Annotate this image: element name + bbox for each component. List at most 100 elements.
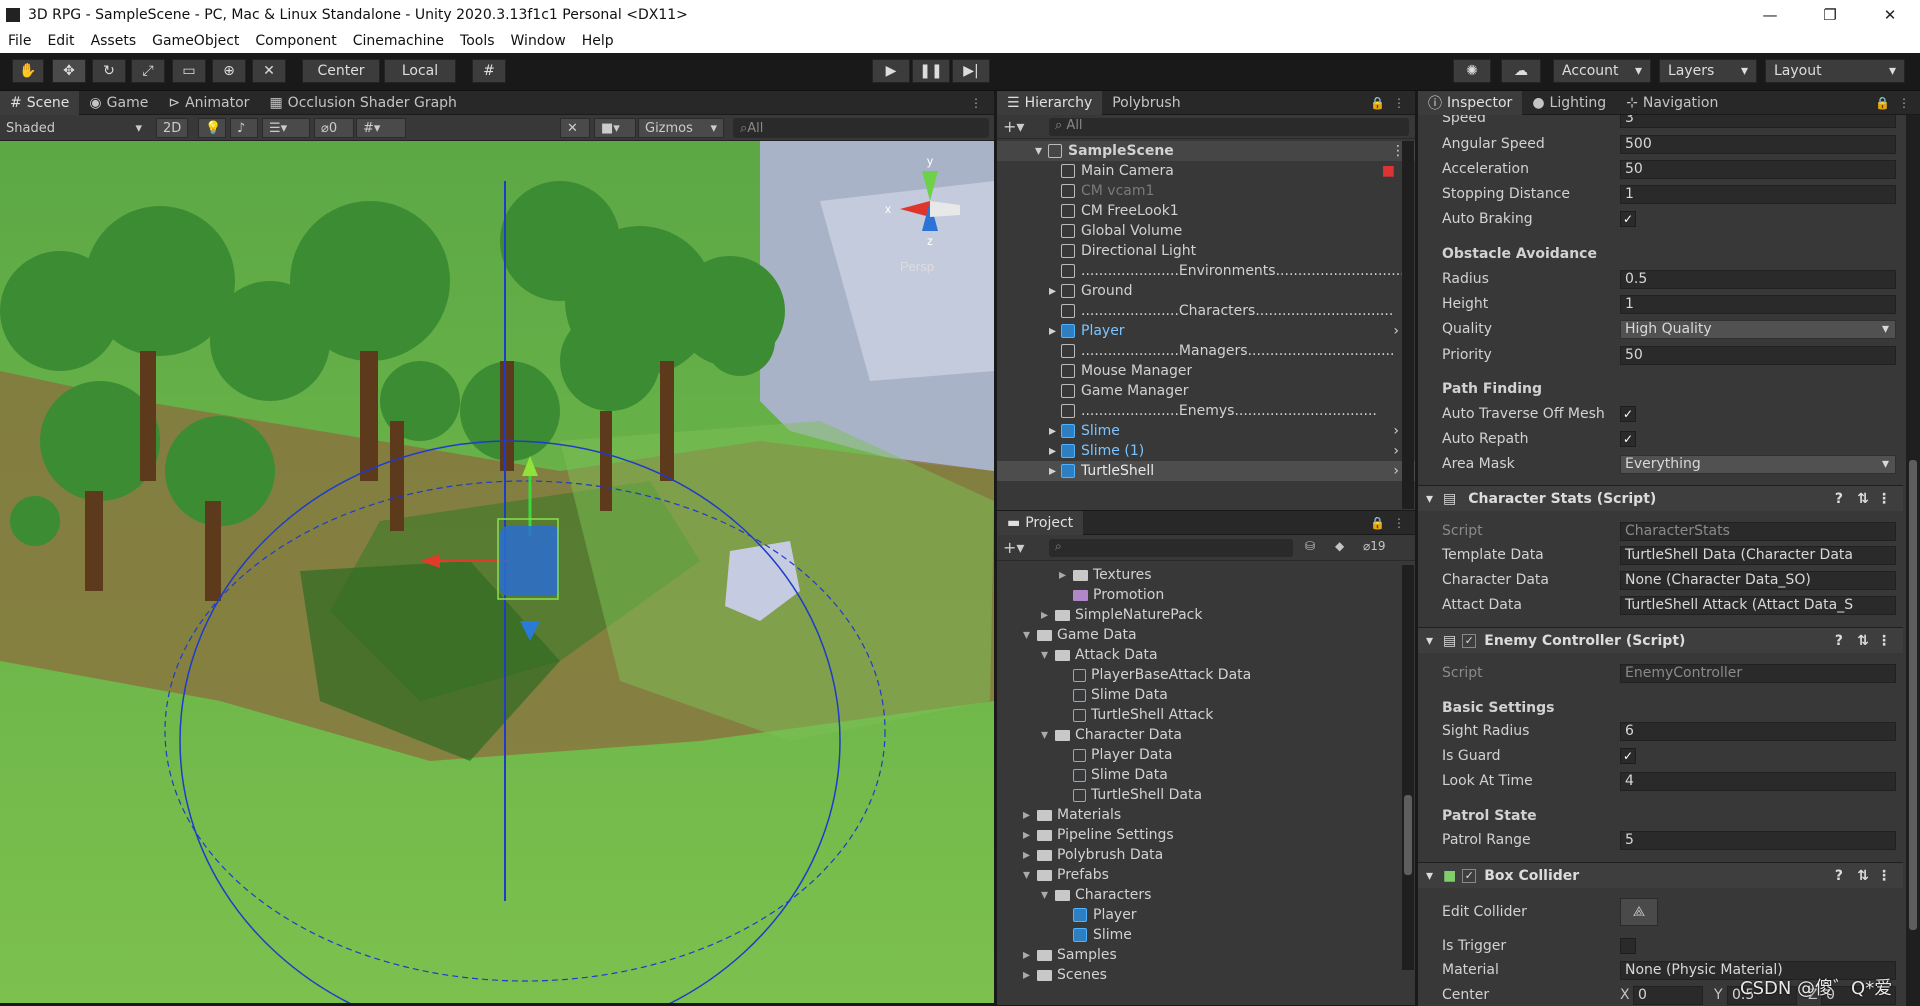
hierarchy-item[interactable]: Game Manager [997,381,1415,401]
project-item[interactable]: ▸ Samples [1023,945,1117,965]
expand-arrow-icon[interactable]: ▸ [1049,423,1061,439]
cloud-icon[interactable]: ☁ [1501,59,1541,83]
inspector-scroll-thumb[interactable] [1909,460,1917,930]
more-menu-icon[interactable]: ⋮ [970,96,982,110]
hierarchy-item[interactable]: Directional Light [997,241,1415,261]
hierarchy-item[interactable]: ▸ Ground [997,281,1415,301]
preset-icon[interactable]: ⇅ [1857,491,1869,507]
help-icon[interactable]: ? [1835,868,1843,884]
hierarchy-item[interactable]: CM vcam1 [997,181,1415,201]
component-enabled-checkbox[interactable]: ✓ [1462,868,1477,883]
is-trigger-checkbox[interactable] [1620,938,1636,954]
maximize-button[interactable]: ❐ [1800,0,1860,29]
project-item[interactable]: Player Data [1059,745,1172,765]
stopping-distance-field[interactable]: 1 [1620,184,1896,204]
filter-label-icon[interactable]: ◆ [1335,539,1344,553]
pivot-local-toggle[interactable]: Local [384,59,456,83]
tab-hierarchy[interactable]: ☰ Hierarchy [997,90,1103,115]
expand-arrow-icon[interactable]: ▸ [1023,967,1037,983]
help-icon[interactable]: ? [1835,491,1843,507]
menu-cinemachine[interactable]: Cinemachine [345,33,452,49]
project-item[interactable]: TurtleShell Attack [1059,705,1213,725]
hierarchy-item[interactable]: ▸ Player › [997,321,1415,341]
shading-mode-dropdown[interactable]: Shaded ▾ [0,118,148,138]
step-button[interactable]: ▶| [952,59,990,83]
character-stats-header[interactable]: ▾ ▤ Character Stats (Script) ? ⇅ ⋮ [1418,485,1903,511]
rect-tool-button[interactable]: ▭ [172,59,206,83]
hierarchy-item[interactable]: ......................Enemys............… [997,401,1415,421]
effects-dropdown-icon[interactable]: ☰▾ [262,118,310,138]
grid-snap-button[interactable]: # [472,59,506,83]
box-collider-header[interactable]: ▾ ■ ✓ Box Collider ? ⇅ ⋮ [1418,862,1903,888]
tab-game[interactable]: ◉ Game [79,91,158,115]
quality-dropdown[interactable]: High Quality ▾ [1620,319,1896,339]
inspector-scrollbar[interactable] [1906,115,1920,1006]
scene-search-input[interactable]: ⌕ All [733,118,989,138]
tab-scene[interactable]: # Scene [0,90,80,115]
hierarchy-item[interactable]: ......................Characters........… [997,301,1415,321]
center-x-field[interactable]: 0 [1633,985,1703,1005]
persp-label[interactable]: Persp [900,259,934,274]
layout-dropdown[interactable]: Layout ▾ [1765,59,1905,83]
project-item[interactable]: ▸ SimpleNaturePack [1041,605,1202,625]
project-item[interactable]: Player [1059,905,1137,925]
hierarchy-item[interactable]: ▸ TurtleShell › [997,461,1415,481]
hierarchy-search-input[interactable]: ⌕ All [1049,118,1409,136]
project-item[interactable]: PlayerBaseAttack Data [1059,665,1251,685]
lock-icon[interactable]: 🔒 [1370,96,1385,110]
account-dropdown[interactable]: Account ▾ [1553,59,1651,83]
hierarchy-item[interactable]: ▸ Slime (1) › [997,441,1415,461]
hierarchy-item[interactable]: Global Volume [997,221,1415,241]
layers-dropdown[interactable]: Layers ▾ [1659,59,1757,83]
audio-toggle-icon[interactable]: ♪ [230,118,258,138]
tab-navigation[interactable]: ⊹ Navigation [1616,91,1728,115]
character-data-field[interactable]: None (Character Data_SO) [1620,570,1896,590]
tab-lighting[interactable]: ● Lighting [1522,91,1616,115]
project-item[interactable]: ▸ Polybrush Data [1023,845,1163,865]
expand-arrow-icon[interactable]: ▸ [1049,323,1061,339]
edit-collider-button[interactable]: ⟁ [1620,898,1658,926]
height-field[interactable]: 1 [1620,294,1896,314]
project-item[interactable]: ▾ Attack Data [1041,645,1158,665]
project-item[interactable]: ▸ Scenes [1023,965,1107,985]
is-guard-checkbox[interactable]: ✓ [1620,748,1636,764]
hierarchy-item[interactable]: ......................Environments......… [997,261,1415,281]
angular-speed-field[interactable]: 500 [1620,134,1896,154]
project-item[interactable]: ▸ Materials [1023,805,1121,825]
priority-field[interactable]: 50 [1620,345,1896,365]
menu-help[interactable]: Help [574,33,622,49]
gizmos-dropdown[interactable]: Gizmos ▾ [638,118,724,138]
scene-root-row[interactable]: ▾ SampleScene ⋮ [997,141,1415,161]
menu-component[interactable]: Component [247,33,344,49]
menu-gameobject[interactable]: GameObject [144,33,247,49]
sight-radius-field[interactable]: 6 [1620,721,1896,741]
attack-data-field[interactable]: TurtleShell Attack (Attact Data_S [1620,595,1896,615]
foldout-arrow-icon[interactable]: ▾ [1426,868,1433,884]
area-mask-dropdown[interactable]: Everything ▾ [1620,454,1896,474]
minimize-button[interactable]: — [1740,0,1800,29]
expand-arrow-icon[interactable]: ▸ [1059,567,1073,583]
expand-arrow-icon[interactable]: ▾ [1041,727,1055,743]
tab-polybrush[interactable]: Polybrush [1102,91,1190,115]
project-search-input[interactable]: ⌕ [1049,539,1293,557]
scale-tool-button[interactable]: ⤢ [131,59,165,83]
foldout-arrow-icon[interactable]: ▾ [1426,491,1433,507]
open-prefab-chevron-icon[interactable]: › [1393,423,1399,439]
expand-arrow-icon[interactable]: ▾ [1023,627,1037,643]
tab-inspector[interactable]: ⓘ Inspector [1418,90,1523,115]
menu-tools[interactable]: Tools [452,33,503,49]
expand-arrow-icon[interactable]: ▸ [1049,443,1061,459]
auto-repath-checkbox[interactable]: ✓ [1620,431,1636,447]
help-icon[interactable]: ? [1835,633,1843,649]
mode-2d-toggle[interactable]: 2D [156,118,188,138]
grid-toggle-icon[interactable]: #▾ [356,118,406,138]
expand-arrow-icon[interactable]: ▸ [1023,847,1037,863]
tab-shader-graph[interactable]: ▦ Occlusion Shader Graph [259,91,466,115]
project-item[interactable]: Slime Data [1059,685,1168,705]
project-add-icon[interactable]: +▾ [1003,538,1024,557]
expand-arrow-icon[interactable]: ▾ [1041,647,1055,663]
project-item[interactable]: ▾ Characters [1041,885,1151,905]
project-item[interactable]: Slime [1059,925,1132,945]
preset-icon[interactable]: ⇅ [1857,868,1869,884]
component-menu-icon[interactable]: ⋮ [1877,868,1891,884]
